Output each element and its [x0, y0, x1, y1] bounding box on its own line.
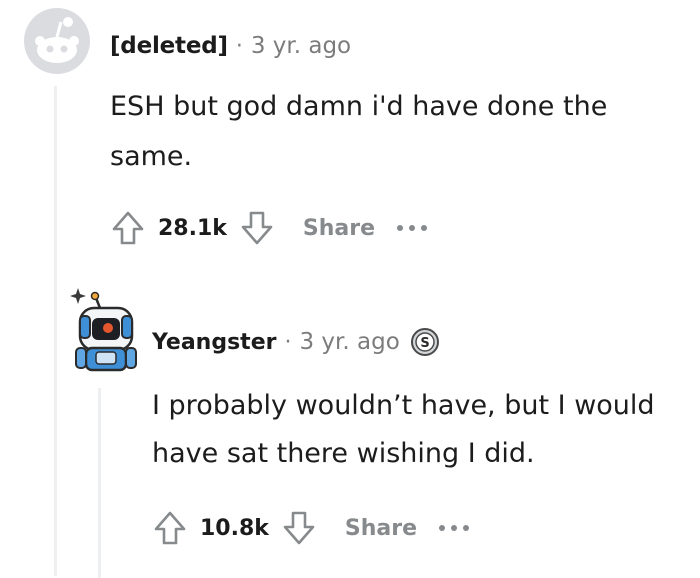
comment-timestamp[interactable]: 3 yr. ago	[251, 33, 351, 59]
avatar[interactable]	[24, 8, 90, 74]
comment-author[interactable]: [deleted]	[110, 33, 228, 59]
award-badge-label: S	[420, 336, 429, 351]
downvote-arrow-icon	[241, 211, 273, 245]
thread-line[interactable]	[54, 86, 57, 576]
downvote-button[interactable]	[275, 504, 323, 552]
comment-author[interactable]: Yeangster	[152, 330, 276, 355]
vote-score: 28.1k	[158, 215, 227, 241]
meta-separator: ·	[235, 33, 243, 59]
comment-body: I probably wouldn’t have, but I would ha…	[152, 390, 655, 469]
comment-meta: Yeangster · 3 yr. ago S	[152, 322, 440, 362]
more-options-button[interactable]	[431, 504, 477, 552]
reddit-default-avatar-icon	[24, 8, 90, 74]
downvote-arrow-icon	[283, 511, 315, 545]
comment-actions: 28.1k Share	[104, 204, 435, 252]
share-button[interactable]: Share	[345, 516, 417, 541]
robot-snoo-avatar-icon	[70, 288, 137, 372]
vote-score: 10.8k	[200, 515, 269, 541]
upvote-button[interactable]	[104, 204, 152, 252]
more-dots-icon	[397, 225, 428, 231]
comment-actions: 10.8k Share	[146, 504, 477, 552]
downvote-button[interactable]	[233, 204, 281, 252]
thread-line[interactable]	[98, 388, 101, 578]
award-badge[interactable]: S	[410, 327, 440, 357]
upvote-arrow-icon	[154, 511, 186, 545]
more-dots-icon	[439, 525, 470, 531]
comment-meta: [deleted] · 3 yr. ago	[110, 26, 351, 66]
more-options-button[interactable]	[389, 204, 435, 252]
comment-timestamp[interactable]: 3 yr. ago	[299, 329, 399, 355]
meta-separator: ·	[284, 329, 292, 355]
comment-body: ESH but god damn i'd have done the same.	[110, 91, 608, 172]
upvote-button[interactable]	[146, 504, 194, 552]
coin-award-icon: S	[410, 328, 439, 356]
share-button[interactable]: Share	[303, 216, 375, 241]
upvote-arrow-icon	[112, 211, 144, 245]
avatar[interactable]	[66, 286, 146, 374]
